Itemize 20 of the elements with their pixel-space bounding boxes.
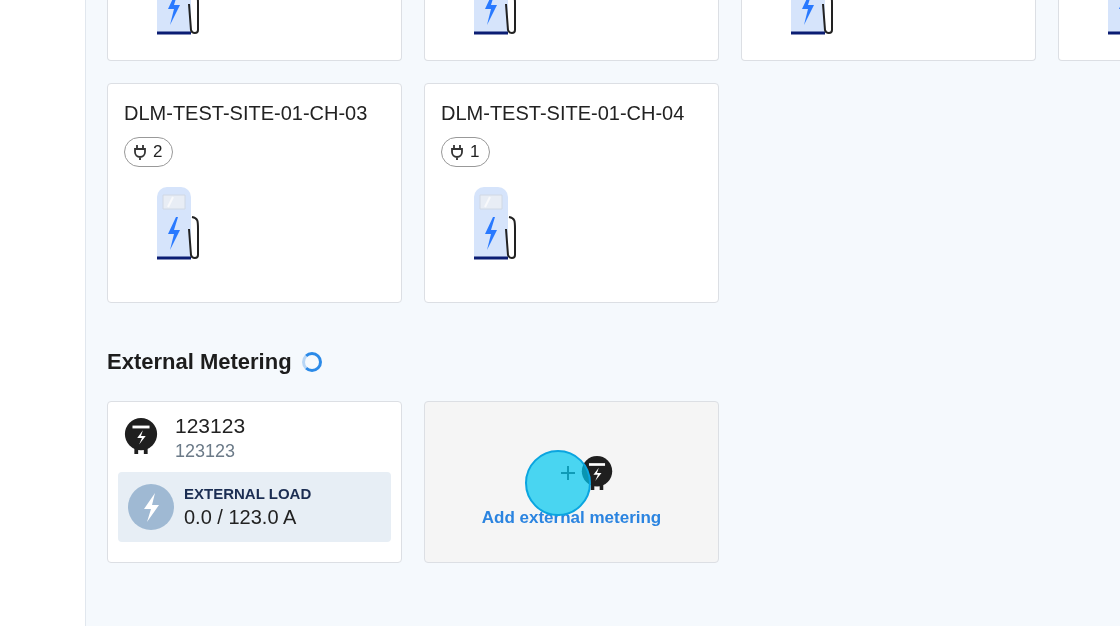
charger-name: DLM-TEST-SITE-01-CH-04	[441, 102, 685, 125]
meter-id: 123123	[175, 441, 237, 462]
plug-icon	[450, 144, 464, 160]
charger-card[interactable]: DLM-TEST-SITE-01-CH-03 2	[107, 83, 402, 303]
meter-card[interactable]: 123123 123123 EXTERNAL LOAD 0.0 / 123.0 A	[107, 401, 402, 563]
meter-icon	[123, 418, 159, 454]
plug-icon	[133, 144, 147, 160]
charger-name: DLM-TEST-SITE-01-CH-03	[124, 102, 368, 125]
charger-card[interactable]	[741, 0, 1036, 61]
charger-card[interactable]: DLM-TEST-SITE-01-CH-04 1	[424, 83, 719, 303]
connector-count: 1	[470, 142, 480, 162]
connector-count: 2	[153, 142, 163, 162]
section-title: External Metering	[107, 349, 292, 375]
load-label: EXTERNAL LOAD	[184, 485, 312, 502]
meter-name: 123123	[175, 414, 246, 438]
charger-card[interactable]	[107, 0, 402, 61]
charger-card[interactable]	[424, 0, 719, 61]
add-metering-button[interactable]: Add external metering	[424, 401, 719, 563]
lightning-icon	[128, 484, 174, 530]
load-value: 0.0 / 123.0 A	[184, 506, 298, 529]
